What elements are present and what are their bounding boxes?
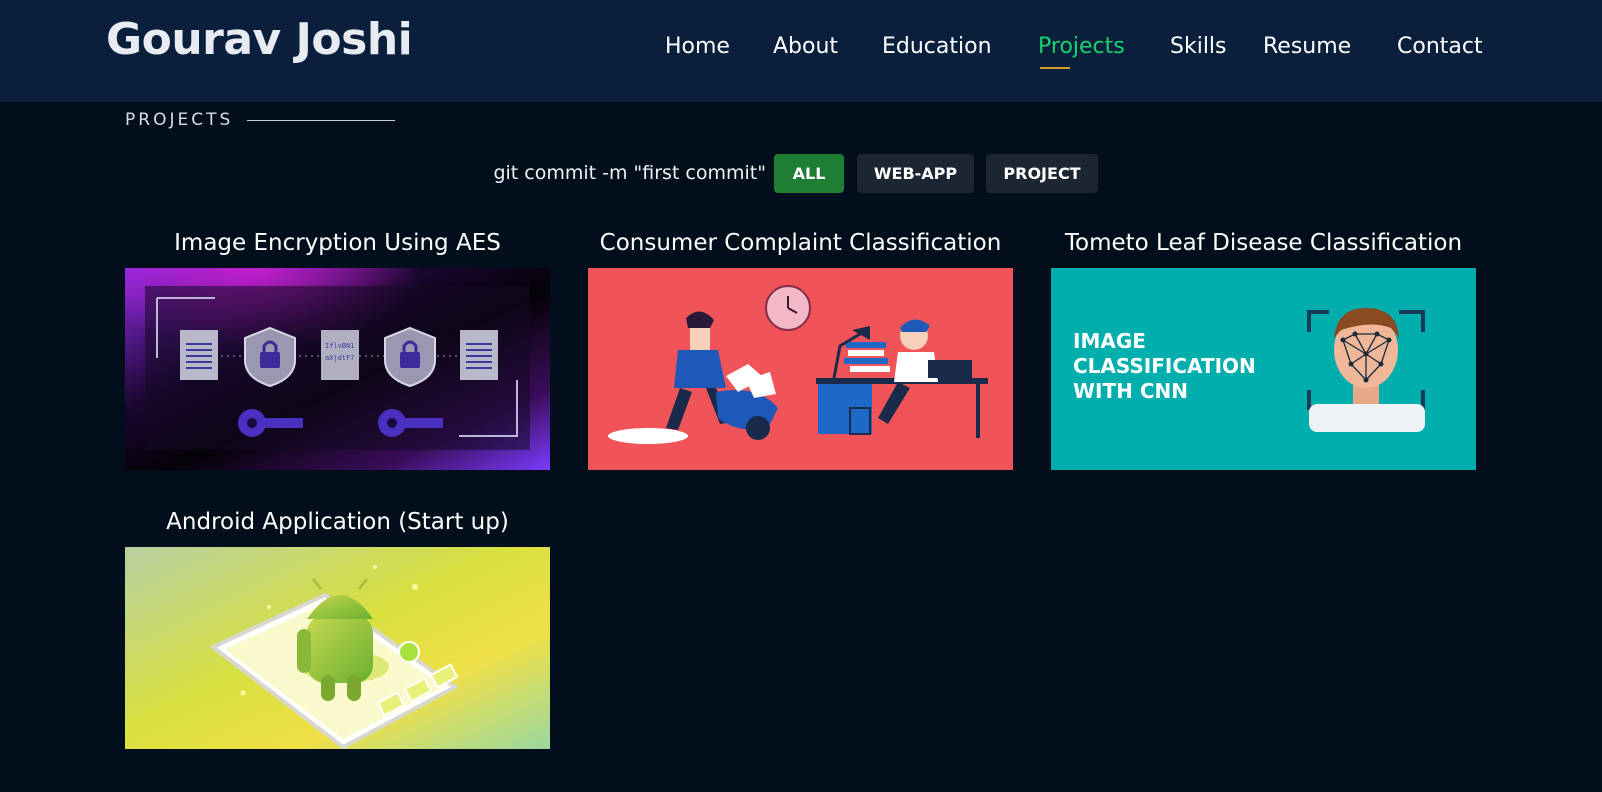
filter-all-button[interactable]: ALL	[774, 154, 844, 193]
project-title: Image Encryption Using AES	[174, 230, 501, 256]
office-complaint-illustration	[588, 268, 1013, 470]
project-title: Tometo Leaf Disease Classification	[1064, 230, 1463, 256]
cnn-image-text-line-2: CLASSIFICATION	[1073, 354, 1256, 378]
filter-project-button[interactable]: PROJECT	[986, 154, 1098, 193]
svg-text:aXjdtF7: aXjdtF7	[325, 354, 355, 362]
aes-encryption-illustration: IflvBN1 aXjdtF7	[125, 268, 550, 470]
filter-label: git commit -m "first commit"	[493, 162, 766, 184]
site-header: Gourav Joshi Home About Education Projec…	[0, 0, 1602, 102]
section-title-divider	[247, 120, 395, 121]
nav-contact[interactable]: Contact	[1397, 30, 1483, 64]
project-thumbnail-cnn[interactable]: IMAGE CLASSIFICATION WITH CNN	[1051, 268, 1476, 470]
filter-webapp-button[interactable]: WEB-APP	[857, 154, 974, 193]
site-logo[interactable]: Gourav Joshi	[106, 14, 413, 65]
nav-education[interactable]: Education	[882, 30, 992, 64]
cnn-face-recognition-illustration: IMAGE CLASSIFICATION WITH CNN	[1051, 268, 1476, 470]
android-phone-illustration	[125, 547, 550, 749]
project-thumbnail-android[interactable]	[125, 547, 550, 749]
nav-about[interactable]: About	[773, 30, 838, 64]
nav-projects[interactable]: Projects	[1038, 30, 1125, 64]
nav-skills[interactable]: Skills	[1170, 30, 1227, 64]
nav-resume[interactable]: Resume	[1263, 30, 1351, 64]
cnn-image-text-line-1: IMAGE	[1073, 329, 1146, 353]
nav-home[interactable]: Home	[665, 30, 730, 64]
section-title: PROJECTS	[125, 110, 234, 130]
cnn-image-text-line-3: WITH CNN	[1073, 379, 1188, 403]
svg-text:IflvBN1: IflvBN1	[325, 342, 355, 350]
active-nav-underline	[1040, 67, 1070, 69]
project-title: Consumer Complaint Classification	[599, 230, 1002, 256]
project-thumbnail-complaint[interactable]	[588, 268, 1013, 470]
project-thumbnail-aes[interactable]: IflvBN1 aXjdtF7	[125, 268, 550, 470]
project-title: Android Application (Start up)	[166, 509, 509, 535]
